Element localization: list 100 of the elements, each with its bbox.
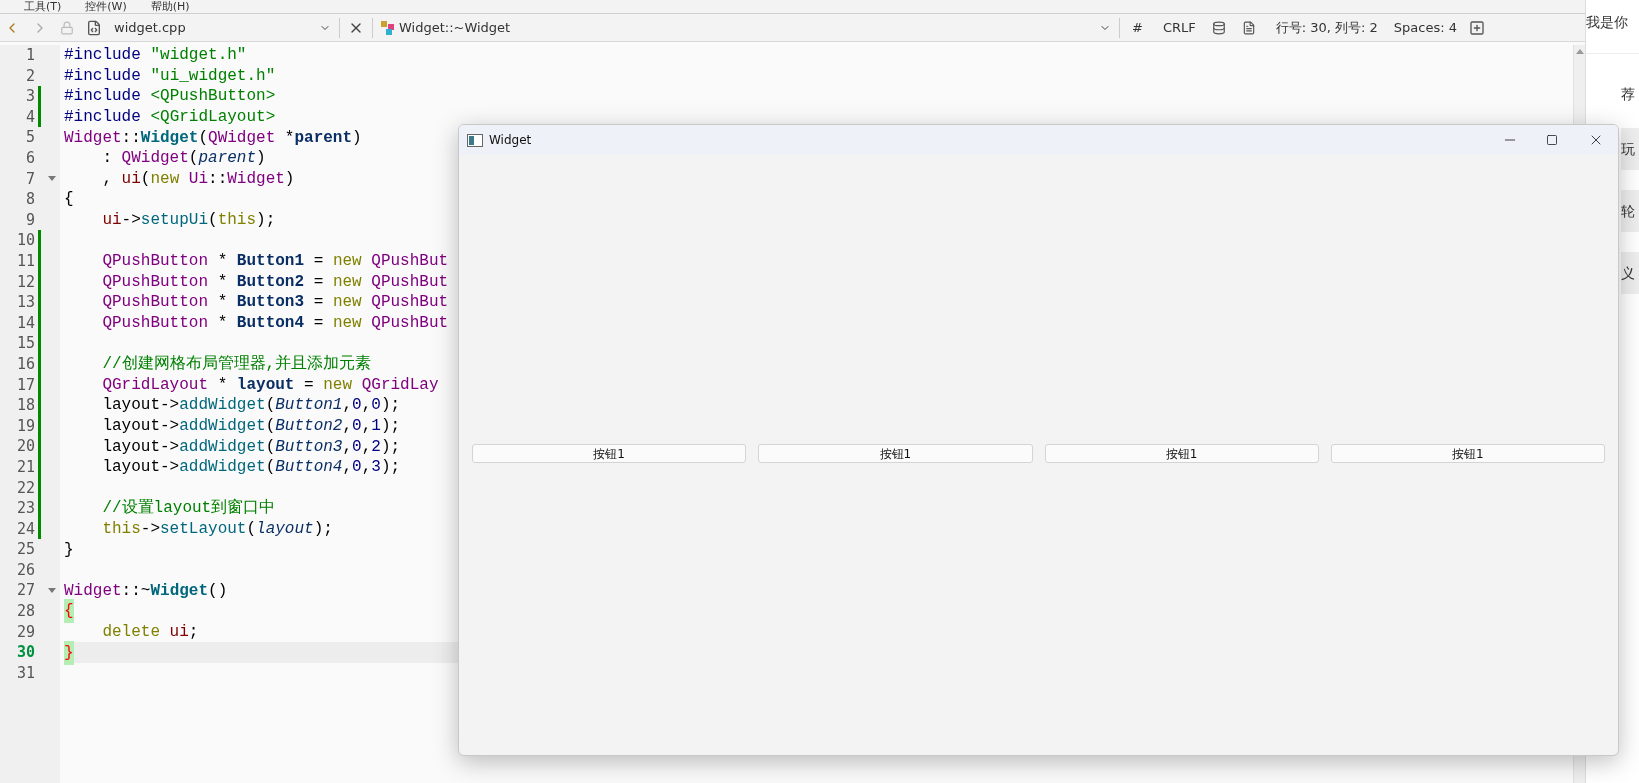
class-icon xyxy=(381,20,395,35)
code-token: , xyxy=(361,436,372,458)
menu-item[interactable]: 帮助(H) xyxy=(150,0,190,13)
code-token: Widget xyxy=(140,127,199,149)
line-number: 21 xyxy=(15,456,35,478)
line-number: 1 xyxy=(24,45,35,67)
line-number: 23 xyxy=(15,498,35,520)
code-token: //设置layout到窗口中 xyxy=(101,497,276,520)
split-icon[interactable] xyxy=(1469,19,1486,36)
code-token: QGridLay xyxy=(360,374,439,396)
encoding-icon[interactable] xyxy=(1211,20,1226,35)
code-token: new xyxy=(332,313,362,334)
code-token: addWidget xyxy=(179,436,266,458)
line-ending[interactable]: CRLF xyxy=(1162,17,1196,38)
code-token: , xyxy=(361,416,372,437)
line-number: 7 xyxy=(24,168,35,190)
code-token: ( xyxy=(265,416,276,437)
push-button[interactable]: 按钮1 xyxy=(1044,444,1319,463)
line-number: 4 xyxy=(24,106,35,128)
code-token: this xyxy=(217,210,257,232)
line-number: 19 xyxy=(15,415,35,437)
code-token: Button2 xyxy=(275,416,343,437)
line-number: 27 xyxy=(15,580,35,602)
code-token: layout xyxy=(236,374,295,396)
code-token: new xyxy=(332,271,362,293)
code-token: 0 xyxy=(352,395,362,417)
code-token: ); xyxy=(380,395,401,417)
code-token: * xyxy=(216,251,229,273)
push-button[interactable]: 按钮1 xyxy=(758,444,1033,463)
code-token: <QPushButton> xyxy=(150,86,276,108)
hash-indicator[interactable]: # xyxy=(1132,17,1143,38)
code-token: 0 xyxy=(371,395,381,417)
code-token: //创建网格布局管理器,并且添加元素 xyxy=(101,353,372,376)
code-token: layout-> xyxy=(101,457,180,479)
code-token: QGridLayout xyxy=(101,374,209,396)
push-button[interactable]: 按钮1 xyxy=(1330,444,1605,463)
symbol-name[interactable]: Widget::~Widget xyxy=(399,17,1099,38)
line-number: 11 xyxy=(15,251,35,272)
line-number: 28 xyxy=(15,601,35,623)
code-token: QPushButton xyxy=(101,251,209,273)
code-token: ) xyxy=(256,148,266,170)
code-token: ); xyxy=(313,518,333,540)
code-token: setupUi xyxy=(140,210,209,232)
code-token: Button1 xyxy=(275,395,343,417)
code-token: QWidget xyxy=(121,148,189,170)
line-number: 30 xyxy=(15,642,35,664)
code-token: 0 xyxy=(352,457,362,479)
code-token: ); xyxy=(380,416,401,437)
code-token: #include xyxy=(64,65,142,87)
maximize-icon[interactable] xyxy=(1546,134,1558,146)
code-token: -> xyxy=(140,518,160,540)
code-token: = xyxy=(303,374,315,396)
panel-item[interactable]: 荐 xyxy=(1621,84,1639,108)
panel-item[interactable]: 轮 xyxy=(1621,190,1639,232)
line-number: 6 xyxy=(24,148,35,169)
code-token: = xyxy=(312,292,325,314)
line-number: 31 xyxy=(15,662,35,684)
panel-item[interactable]: 义 xyxy=(1621,252,1639,294)
code-token: addWidget xyxy=(179,416,266,437)
line-number: 26 xyxy=(15,559,35,581)
line-number: 15 xyxy=(15,333,35,355)
menu-item[interactable]: 工具(T) xyxy=(24,0,62,13)
code-token: ( xyxy=(265,436,276,458)
code-token: QPushButton xyxy=(101,313,209,334)
code-token: parent xyxy=(294,127,353,149)
code-token: #include xyxy=(64,107,142,129)
code-token: { xyxy=(64,189,74,211)
code-token: new xyxy=(150,168,180,190)
code-token: ) xyxy=(284,168,295,190)
code-token: 3 xyxy=(371,457,381,479)
document-icon[interactable] xyxy=(1241,20,1256,35)
line-number: 13 xyxy=(15,292,35,314)
code-token: layout-> xyxy=(101,436,180,458)
indent-setting[interactable]: Spaces: 4 xyxy=(1393,17,1458,38)
code-token: new xyxy=(332,292,362,314)
code-token: ); xyxy=(380,436,401,458)
code-token: Button1 xyxy=(236,251,305,273)
code-token: ; xyxy=(188,621,199,643)
code-token: delete xyxy=(101,621,160,643)
panel-item[interactable]: 玩 xyxy=(1621,128,1639,170)
code-token: ) xyxy=(352,127,362,149)
code-token: Widget xyxy=(64,580,122,602)
panel-heading: 我是你 xyxy=(1586,13,1629,32)
code-token: , xyxy=(342,436,353,458)
scroll-up-icon[interactable] xyxy=(1575,49,1584,54)
line-number: 24 xyxy=(15,518,35,540)
line-number: 9 xyxy=(24,209,35,231)
code-token: 1 xyxy=(371,416,381,437)
cursor-position[interactable]: 行号: 30, 列号: 2 xyxy=(1275,17,1378,38)
code-token: addWidget xyxy=(179,395,266,417)
file-name[interactable]: widget.cpp xyxy=(114,17,319,38)
fold-arrow-icon[interactable] xyxy=(48,588,56,594)
fold-arrow-icon[interactable] xyxy=(48,176,56,182)
menu-item[interactable]: 控件(W) xyxy=(85,0,127,13)
line-number: 12 xyxy=(15,271,35,293)
code-token: * xyxy=(216,292,229,314)
code-token: } xyxy=(64,640,74,665)
line-number: 16 xyxy=(15,353,35,375)
file-icon xyxy=(86,19,102,36)
push-button[interactable]: 按钮1 xyxy=(472,444,747,463)
